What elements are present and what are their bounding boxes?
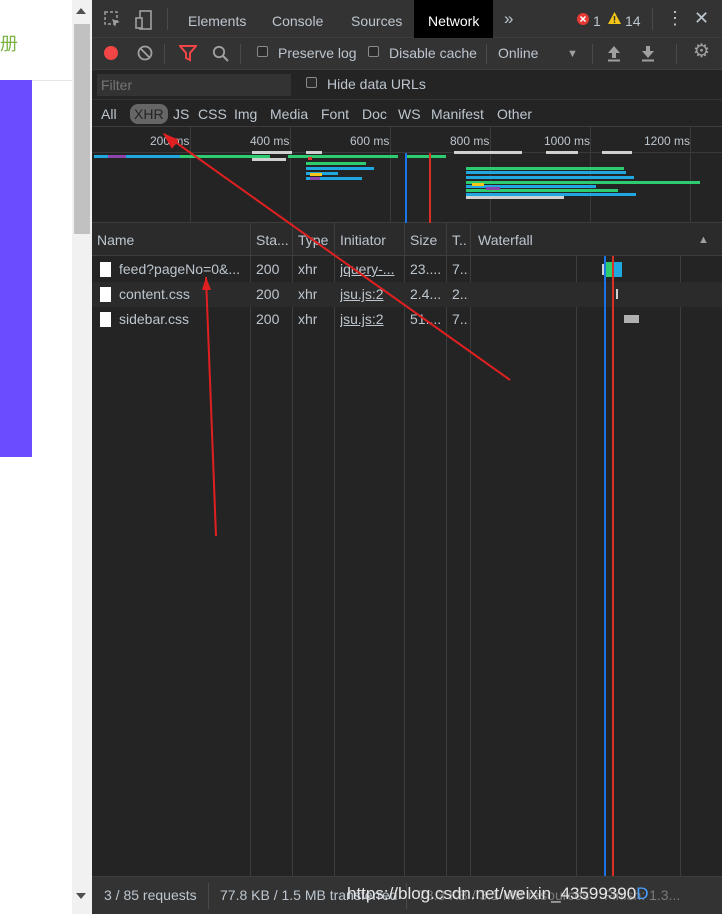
annotation-arrow-feed xyxy=(202,276,217,537)
annotation-arrow-xhr xyxy=(162,132,511,381)
annotation-arrows xyxy=(162,132,511,537)
